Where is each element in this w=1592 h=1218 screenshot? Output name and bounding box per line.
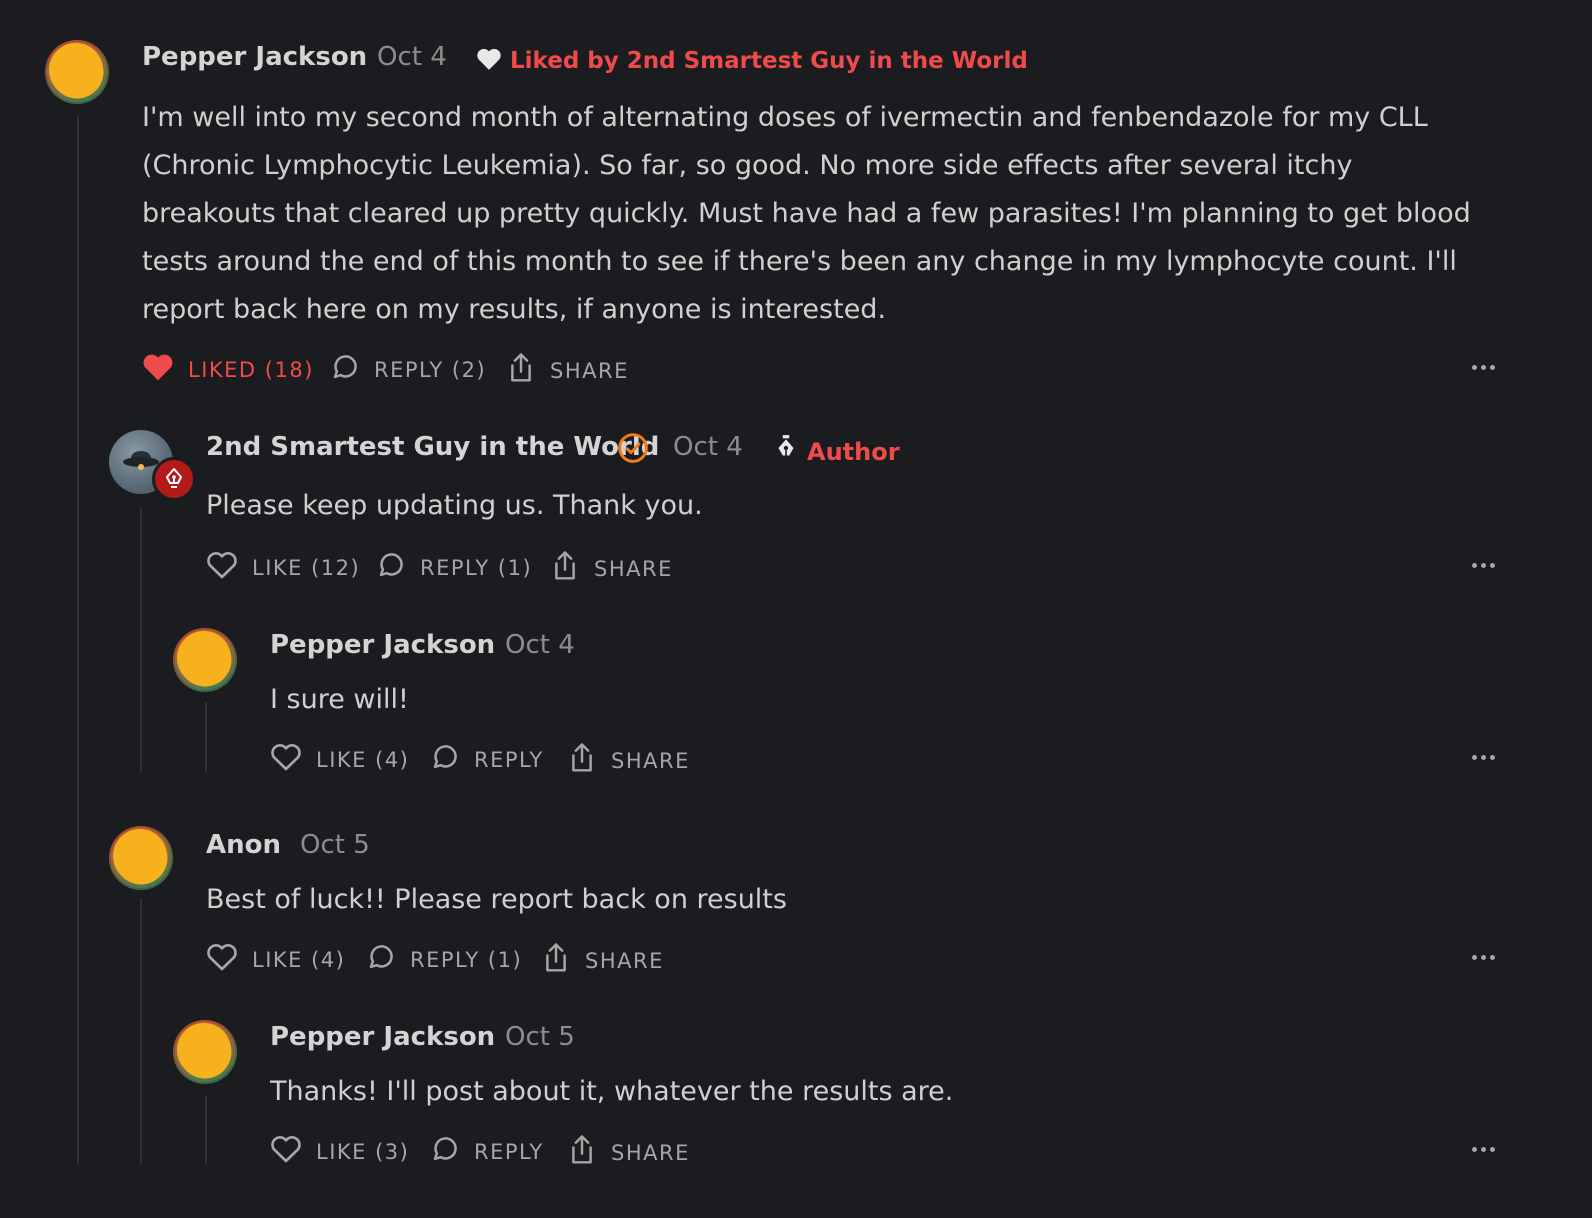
more-horizontal-icon[interactable] [1472, 755, 1495, 760]
reply-label: REPLY (2) [374, 357, 487, 382]
share-button[interactable]: SHARE [567, 1134, 690, 1171]
share-label: SHARE [611, 748, 690, 773]
comment-body: Best of luck!! Please report back on res… [206, 884, 787, 915]
like-button[interactable]: LIKE (12) [206, 550, 360, 585]
speech-bubble-icon [430, 742, 460, 777]
avatar[interactable] [109, 826, 173, 890]
comment-body: Thanks! I'll post about it, whatever the… [270, 1076, 954, 1107]
more-horizontal-icon[interactable] [1472, 1147, 1495, 1152]
comment-date[interactable]: Oct 5 [505, 1022, 575, 1052]
reply-label: REPLY [474, 747, 544, 772]
more-horizontal-icon[interactable] [1472, 563, 1495, 568]
like-label: LIKE (4) [252, 947, 346, 972]
fountain-pen-icon [775, 434, 797, 466]
comment-date[interactable]: Oct 4 [673, 432, 743, 462]
heart-icon [270, 1134, 302, 1169]
share-icon [550, 550, 580, 587]
heart-icon [142, 352, 174, 387]
share-icon [541, 942, 571, 979]
speech-bubble-icon [330, 352, 360, 387]
thread-line [140, 508, 142, 772]
share-button[interactable]: SHARE [567, 742, 690, 779]
share-button[interactable]: SHARE [550, 550, 673, 587]
comment-author-name[interactable]: 2nd Smartest Guy in the World [206, 432, 659, 462]
avatar[interactable] [173, 628, 237, 692]
reply-label: REPLY (1) [410, 947, 523, 972]
thread-line [205, 1096, 207, 1164]
reply-button[interactable]: REPLY [430, 742, 544, 777]
share-icon [506, 352, 536, 389]
share-label: SHARE [550, 358, 629, 383]
heart-icon [476, 47, 502, 75]
heart-icon [270, 742, 302, 777]
share-button[interactable]: SHARE [541, 942, 664, 979]
like-button[interactable]: LIKED (18) [142, 352, 314, 387]
reply-button[interactable]: REPLY [430, 1134, 544, 1169]
reply-label: REPLY [474, 1139, 544, 1164]
reply-button[interactable]: REPLY (1) [366, 942, 522, 977]
share-label: SHARE [585, 948, 664, 973]
comment-author-name[interactable]: Pepper Jackson [270, 630, 495, 660]
speech-bubble-icon [366, 942, 396, 977]
like-button[interactable]: LIKE (3) [270, 1134, 409, 1169]
avatar[interactable] [45, 40, 109, 104]
like-label: LIKE (4) [316, 747, 410, 772]
heart-icon [206, 942, 238, 977]
comment-author-name[interactable]: Pepper Jackson [142, 42, 367, 72]
comment-body: I'm well into my second month of alterna… [142, 102, 1471, 325]
like-label: LIKE (3) [316, 1139, 410, 1164]
avatar[interactable] [173, 1020, 237, 1084]
more-horizontal-icon[interactable] [1472, 365, 1495, 370]
like-button[interactable]: LIKE (4) [206, 942, 345, 977]
speech-bubble-icon [376, 550, 406, 585]
like-button[interactable]: LIKE (4) [270, 742, 409, 777]
author-label: Author [807, 438, 900, 466]
share-label: SHARE [611, 1140, 690, 1165]
more-horizontal-icon[interactable] [1472, 955, 1495, 960]
heart-icon [206, 550, 238, 585]
share-button[interactable]: SHARE [506, 352, 629, 389]
comment-date[interactable]: Oct 4 [377, 42, 447, 72]
like-label: LIKE (12) [252, 555, 361, 580]
speech-bubble-icon [430, 1134, 460, 1169]
verified-check-icon [617, 432, 649, 468]
share-icon [567, 1134, 597, 1171]
comment-body: I sure will! [270, 684, 409, 715]
liked-by-author: Liked by 2nd Smartest Guy in the World [510, 48, 1028, 74]
thread-line [140, 898, 142, 1164]
like-label: LIKED (18) [188, 357, 314, 382]
comment-author-name[interactable]: Pepper Jackson [270, 1022, 495, 1052]
comment-date[interactable]: Oct 4 [505, 630, 575, 660]
reply-label: REPLY (1) [420, 555, 533, 580]
reply-button[interactable]: REPLY (2) [330, 352, 486, 387]
reply-button[interactable]: REPLY (1) [376, 550, 532, 585]
author-badge-icon [152, 457, 196, 501]
share-label: SHARE [594, 556, 673, 581]
thread-line [205, 702, 207, 772]
share-icon [567, 742, 597, 779]
comment-date[interactable]: Oct 5 [300, 830, 370, 860]
comment-body: Please keep updating us. Thank you. [206, 490, 703, 521]
thread-line [77, 116, 79, 1164]
comment-author-name[interactable]: Anon [206, 830, 281, 860]
